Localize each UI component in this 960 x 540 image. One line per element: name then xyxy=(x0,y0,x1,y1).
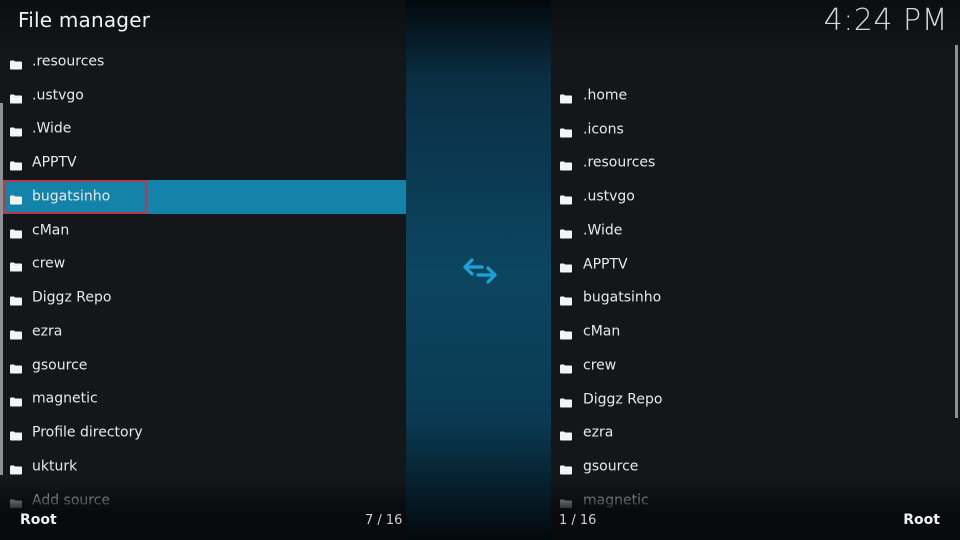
list-item-label: crew xyxy=(32,256,66,273)
list-item-label: .icons xyxy=(583,121,624,138)
folder-icon xyxy=(10,327,22,340)
folder-icon xyxy=(560,125,572,138)
folder-icon xyxy=(560,429,572,441)
folder-icon xyxy=(10,361,22,374)
list-item-label: ukturk xyxy=(32,458,78,475)
list-item[interactable]: bugatsinho xyxy=(553,282,948,316)
list-item-label: bugatsinho xyxy=(583,290,662,307)
list-item-label: Profile directory xyxy=(32,424,143,441)
list-item-label: .Wide xyxy=(583,222,623,239)
folder-icon xyxy=(10,192,22,205)
folder-icon xyxy=(560,395,572,408)
list-item-selected[interactable]: bugatsinho xyxy=(3,180,406,214)
left-item-position: 7 / 16 xyxy=(365,513,403,528)
list-item-label: cMan xyxy=(583,323,621,340)
list-item[interactable]: ezra xyxy=(553,417,948,451)
list-item[interactable]: Add source xyxy=(3,484,406,508)
left-path-label: Root xyxy=(20,512,57,528)
right-scrollbar[interactable] xyxy=(955,45,958,418)
folder-icon xyxy=(10,260,22,272)
list-item[interactable]: Diggz Repo xyxy=(3,281,406,315)
folder-icon xyxy=(10,226,22,239)
list-item-label: .resources xyxy=(32,53,105,70)
list-item[interactable]: magnetic xyxy=(3,383,406,417)
folder-icon xyxy=(560,361,572,374)
list-item[interactable]: .resources xyxy=(3,45,406,79)
folder-icon xyxy=(10,294,22,306)
list-item-label: .resources xyxy=(583,155,656,172)
list-item-label: Diggz Repo xyxy=(32,289,112,306)
list-item-label: .ustvgo xyxy=(32,87,84,104)
right-item-position: 1 / 16 xyxy=(559,513,597,528)
folder-icon xyxy=(560,496,572,508)
file-manager-screen: File manager 4:24 PM .resources .ustvgo .W… xyxy=(0,0,960,540)
list-item[interactable]: cMan xyxy=(3,214,406,248)
list-item[interactable]: .Wide xyxy=(553,214,948,248)
list-item[interactable]: cMan xyxy=(553,315,948,349)
swap-arrows-icon[interactable] xyxy=(462,256,498,286)
folder-icon xyxy=(10,496,22,508)
list-item-label: .Wide xyxy=(32,121,72,138)
list-item-label: magnetic xyxy=(32,391,98,408)
folder-icon xyxy=(560,463,572,475)
left-scrollbar[interactable] xyxy=(0,103,3,475)
list-item-label: gsource xyxy=(583,458,639,475)
clock: 4:24 PM xyxy=(823,3,948,38)
list-item[interactable]: .home xyxy=(553,79,948,113)
folder-icon xyxy=(10,125,22,137)
folder-icon xyxy=(560,226,572,239)
list-item[interactable]: Profile directory xyxy=(3,416,406,450)
folder-icon xyxy=(560,260,572,273)
list-item[interactable]: .resources xyxy=(553,147,948,181)
list-item[interactable]: .icons xyxy=(553,113,948,147)
folder-icon xyxy=(10,429,22,441)
list-item[interactable]: gsource xyxy=(553,450,948,484)
right-file-list[interactable]: .home .icons .resources .ustvgo .Wide APPTV bu… xyxy=(553,45,948,508)
right-path-label: Root xyxy=(903,512,940,528)
list-item-label: cMan xyxy=(32,222,70,239)
folder-icon xyxy=(560,193,572,205)
list-item[interactable]: crew xyxy=(3,248,406,282)
list-item-label: magnetic xyxy=(583,492,649,508)
folder-icon xyxy=(10,57,22,70)
list-item[interactable]: .Wide xyxy=(3,113,406,147)
folder-icon xyxy=(10,462,22,475)
list-item-label: bugatsinho xyxy=(32,188,111,205)
list-item-label: .home xyxy=(583,87,628,104)
list-item-label: ezra xyxy=(583,425,614,442)
list-item-label: ezra xyxy=(32,323,63,340)
list-item-label: .ustvgo xyxy=(583,188,635,205)
list-item[interactable]: APPTV xyxy=(3,146,406,180)
page-title: File manager xyxy=(18,8,151,32)
list-item-label: Diggz Repo xyxy=(583,391,663,408)
folder-icon xyxy=(10,91,22,104)
list-item[interactable]: .ustvgo xyxy=(553,180,948,214)
list-item[interactable]: gsource xyxy=(3,349,406,383)
list-item-label: crew xyxy=(583,357,617,374)
list-item[interactable]: ezra xyxy=(3,315,406,349)
list-item[interactable]: APPTV xyxy=(553,248,948,282)
folder-icon xyxy=(10,395,22,407)
list-item-label: Add source xyxy=(32,492,111,508)
folder-icon xyxy=(560,91,572,104)
list-item[interactable]: ukturk xyxy=(3,450,406,484)
list-item[interactable]: Diggz Repo xyxy=(553,383,948,417)
list-item[interactable]: magnetic xyxy=(553,484,948,508)
folder-icon xyxy=(560,159,572,171)
list-item-label: gsource xyxy=(32,357,88,374)
list-item[interactable]: crew xyxy=(553,349,948,383)
folder-icon xyxy=(10,159,22,171)
list-item[interactable]: .ustvgo xyxy=(3,79,406,113)
list-item-label: APPTV xyxy=(32,154,77,171)
folder-icon xyxy=(560,328,572,340)
list-item-label: APPTV xyxy=(583,256,628,273)
folder-icon xyxy=(560,294,572,306)
left-file-list[interactable]: .resources .ustvgo .Wide APPTV bugatsinho cMa… xyxy=(3,45,406,508)
